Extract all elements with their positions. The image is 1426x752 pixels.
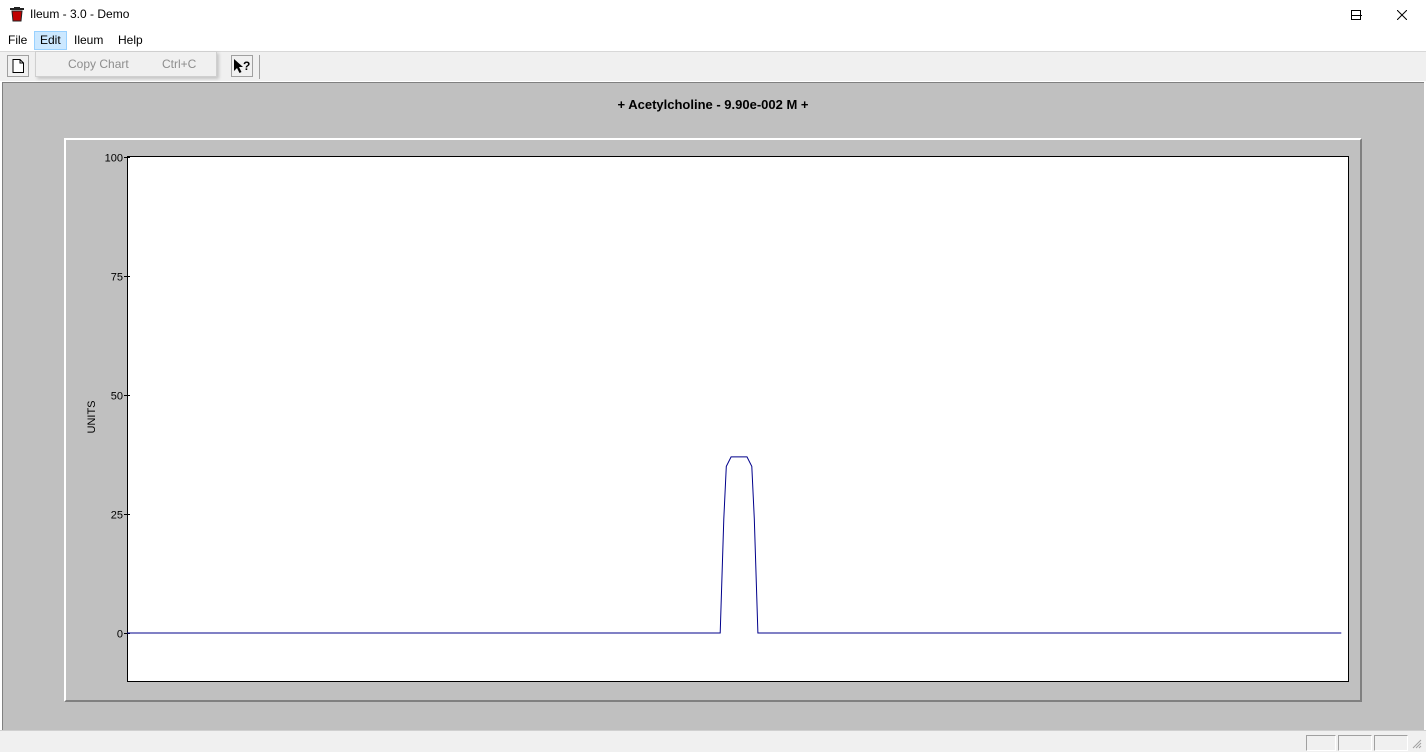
status-bar xyxy=(0,730,1426,752)
plot-area xyxy=(127,156,1349,682)
chart: 0 25 50 75 100 UNITS xyxy=(86,153,1349,682)
resize-grip-icon[interactable] xyxy=(1410,737,1422,749)
edit-menu-dropdown: Copy Chart Ctrl+C xyxy=(35,51,217,77)
y-tick-label: 25 xyxy=(111,510,123,522)
status-pane xyxy=(1338,735,1372,751)
status-pane xyxy=(1306,735,1336,751)
copy-chart-label: Copy Chart xyxy=(68,57,129,71)
y-axis-label: UNITS xyxy=(86,401,98,434)
copy-chart-shortcut: Ctrl+C xyxy=(162,57,197,71)
y-tick-label: 75 xyxy=(111,272,123,284)
status-pane xyxy=(1374,735,1408,751)
y-tick-label: 100 xyxy=(105,153,123,165)
y-tick-label: 50 xyxy=(111,391,123,403)
y-tick-label: 0 xyxy=(117,629,123,641)
